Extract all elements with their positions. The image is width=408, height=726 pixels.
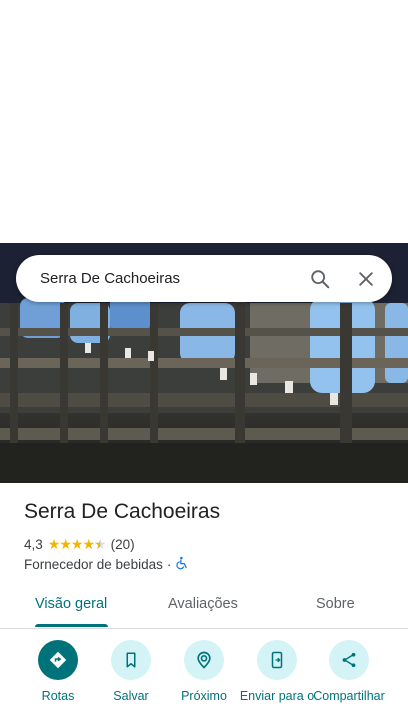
tab-about[interactable]: Sobre — [316, 596, 355, 612]
nearby-button[interactable]: Próximo — [166, 640, 242, 703]
rating-row[interactable]: 4,3 ★ ★ ★ ★ ★ (20) — [24, 536, 135, 553]
star-icon: ★ — [70, 536, 84, 552]
tab-indicator — [35, 624, 108, 627]
share-icon — [329, 640, 369, 680]
send-to-phone-label: Enviar para o — [239, 689, 315, 703]
search-icon[interactable] — [300, 259, 340, 299]
directions-label: Rotas — [41, 689, 75, 703]
tab-reviews[interactable]: Avaliações — [168, 596, 238, 612]
bookmark-icon — [111, 640, 151, 680]
rating-stars: ★ ★ ★ ★ ★ — [47, 536, 107, 553]
wheelchair-icon — [175, 556, 189, 573]
directions-button[interactable]: Rotas — [20, 640, 96, 703]
save-label: Salvar — [113, 689, 149, 703]
separator-dot: · — [166, 557, 172, 572]
place-tabs: Visão geral Avaliações Sobre — [0, 586, 408, 629]
send-to-phone-button[interactable]: Enviar para o — [239, 640, 315, 703]
close-icon[interactable] — [346, 259, 386, 299]
star-icon: ★ — [59, 536, 72, 552]
save-button[interactable]: Salvar — [93, 640, 169, 703]
nearby-icon — [184, 640, 224, 680]
directions-icon — [38, 640, 78, 680]
category-label: Fornecedor de bebidas — [24, 557, 163, 572]
send-to-phone-icon — [257, 640, 297, 680]
category-row: Fornecedor de bebidas · — [24, 556, 189, 573]
search-bar[interactable]: Serra De Cachoeiras — [16, 255, 392, 302]
star-icon: ★ — [82, 536, 95, 552]
tab-overview[interactable]: Visão geral — [35, 596, 107, 612]
review-count: (20) — [110, 537, 135, 552]
blank-area — [0, 0, 408, 243]
star-icon: ★ — [47, 536, 61, 552]
place-title: Serra De Cachoeiras — [24, 500, 221, 523]
share-button[interactable]: Compartilhar — [311, 640, 387, 703]
action-buttons: Rotas Salvar Próximo Enviar para o Compa… — [0, 640, 408, 726]
share-label: Compartilhar — [313, 689, 385, 703]
nearby-label: Próximo — [181, 689, 227, 703]
rating-value: 4,3 — [24, 537, 43, 552]
half-star-icon: ★ — [94, 536, 107, 552]
search-input[interactable]: Serra De Cachoeiras — [40, 270, 300, 287]
